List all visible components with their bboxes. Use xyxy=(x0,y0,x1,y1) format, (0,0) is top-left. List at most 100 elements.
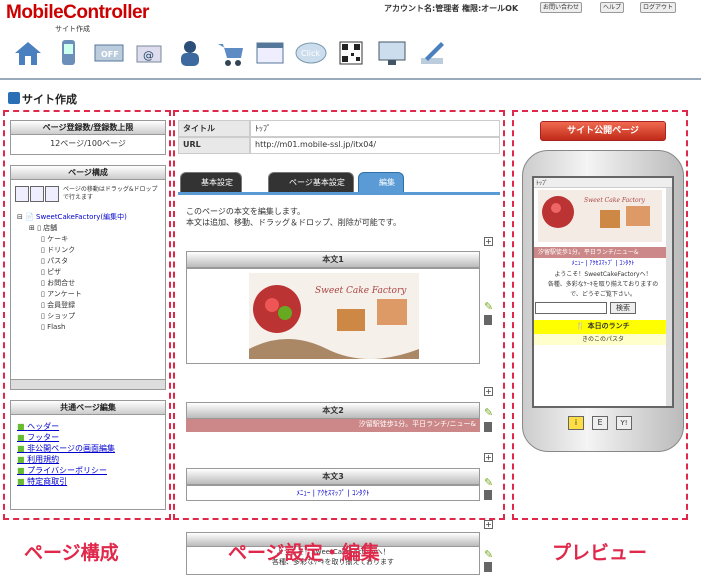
tree-item[interactable]: ▯ お問合せ xyxy=(17,278,165,289)
common-link-footer[interactable]: ■ フッター xyxy=(17,432,159,443)
svg-text:Sweet Cake Factory: Sweet Cake Factory xyxy=(584,197,646,204)
block3-header[interactable]: 本文3 xyxy=(186,468,480,485)
cart-icon[interactable] xyxy=(212,36,247,70)
common-link-header[interactable]: ■ ヘッダー xyxy=(17,421,159,432)
edit-pencil-icon[interactable]: ✎ xyxy=(484,300,493,313)
horizontal-scrollbar[interactable] xyxy=(11,379,165,389)
page-count-value: 12ページ/100ページ xyxy=(50,139,126,148)
tree-item[interactable]: ▯ パスタ xyxy=(17,256,165,267)
edit-pencil-icon[interactable]: ✎ xyxy=(484,406,493,419)
page-count-panel: ページ登録数/登録数上限 12ページ/100ページ xyxy=(10,120,166,155)
add-page-button[interactable] xyxy=(15,186,29,202)
tree-item[interactable]: ▯ アンケート xyxy=(17,289,165,300)
logout-button[interactable]: ログアウト xyxy=(640,2,677,13)
edit-pencil-icon[interactable]: ✎ xyxy=(484,548,493,561)
preview-search-button[interactable]: 検索 xyxy=(610,302,636,314)
edit-intro: このページの本文を編集します。 本文は追加、移動、ドラッグ＆ドロップ、削除が可能… xyxy=(186,207,401,227)
add-block-button[interactable]: + xyxy=(484,387,493,396)
logo: MobileController xyxy=(6,2,149,23)
preview-nav[interactable]: ﾒﾆｭｰ | ｱｸｾｽﾏｯﾌﾟ | ｺﾝﾀｸﾄ xyxy=(534,258,672,270)
block2-ticker: 汐留駅徒歩1分。平日ランチ/ニュー& xyxy=(186,419,480,432)
tab-edit[interactable]: 編集 xyxy=(358,172,404,192)
mobile-icon[interactable] xyxy=(50,36,85,70)
contact-button[interactable]: お問い合わせ xyxy=(540,2,583,13)
add-block-button[interactable]: + xyxy=(484,237,493,246)
svg-text:Click: Click xyxy=(301,49,320,58)
tab-page-settings[interactable]: ページ基本設定 xyxy=(268,172,354,192)
preview-lunch-heading: 🍴 本日のランチ xyxy=(534,320,672,334)
ezweb-button[interactable]: E xyxy=(592,416,608,430)
title-label: タイトル xyxy=(178,120,250,137)
mail-icon[interactable]: @ xyxy=(131,36,166,70)
cake-banner-image: Sweet Cake Factory xyxy=(249,273,419,359)
common-link-terms[interactable]: ■ 利用規約 xyxy=(17,454,159,465)
off-icon[interactable]: OFF xyxy=(91,36,126,70)
common-pages-heading: 共通ページ編集 xyxy=(11,401,165,415)
yahoo-button[interactable]: Y! xyxy=(616,416,632,430)
tree-item[interactable]: ▯ ショップ xyxy=(17,311,165,322)
svg-text:@: @ xyxy=(143,49,154,62)
home-icon[interactable] xyxy=(10,36,45,70)
page-structure-panel: ページ構成 ページの移動はドラッグ&ドロップで行えます ⊟ 📄 SweetCak… xyxy=(10,165,166,390)
trash-icon[interactable] xyxy=(484,315,492,325)
publish-site-button[interactable]: サイト公開ページ xyxy=(540,121,666,141)
tab-basic-settings[interactable]: 基本設定 xyxy=(180,172,242,192)
docomo-button[interactable]: i xyxy=(568,416,584,430)
phone-scrollbar[interactable] xyxy=(666,188,672,406)
trash-icon[interactable] xyxy=(484,562,492,572)
structure-note: ページの移動はドラッグ&ドロップで行えます xyxy=(63,186,158,201)
account-info: アカウント名:管理者 権限:オールOK xyxy=(384,4,519,13)
delete-page-button[interactable] xyxy=(45,186,59,202)
copy-page-button[interactable] xyxy=(30,186,44,202)
preview-ticker: 汐留駅徒歩1分。平日ランチ/ニュー& xyxy=(534,247,666,258)
phone-carrier-buttons: i E Y! xyxy=(568,416,632,430)
users-icon[interactable] xyxy=(172,36,207,70)
help-button[interactable]: ヘルプ xyxy=(600,2,625,13)
block1-header[interactable]: 本文1 xyxy=(186,251,480,268)
common-link-privacy[interactable]: ■ プライバシーポリシー xyxy=(17,465,159,476)
pen-icon[interactable] xyxy=(415,36,450,70)
tree-item[interactable]: ▯ 会員登録 xyxy=(17,300,165,311)
preview-lunch-item: きのこのパスタ xyxy=(534,334,672,345)
tree-item[interactable]: ▯ ドリンク xyxy=(17,245,165,256)
page-title-icon xyxy=(8,92,20,104)
block2-header[interactable]: 本文2 xyxy=(186,402,480,419)
preview-search-input[interactable] xyxy=(535,302,607,314)
preview-line2: 各種、多彩なｹｰｷを取り揃えておりますの xyxy=(547,281,659,288)
url-value: http://m01.mobile-ssl.jp/itx04/ xyxy=(250,137,500,154)
edit-pencil-icon[interactable]: ✎ xyxy=(484,476,493,489)
trash-icon[interactable] xyxy=(484,422,492,432)
tab-underline xyxy=(178,192,500,195)
phone-status: ﾄｯﾌﾟ xyxy=(534,178,672,188)
tree-item[interactable]: ▯ Flash xyxy=(17,322,165,333)
tree-item[interactable]: ▯ ケーキ xyxy=(17,234,165,245)
common-link-commerce[interactable]: ■ 特定商取引 xyxy=(17,476,159,487)
window-icon[interactable] xyxy=(253,36,288,70)
click-icon[interactable]: Click xyxy=(293,36,328,70)
main-toolbar: OFF @ Click xyxy=(10,36,450,70)
caption-preview: プレビュー xyxy=(552,542,648,564)
url-label: URL xyxy=(178,137,250,154)
monitor-icon[interactable] xyxy=(374,36,409,70)
tree-item[interactable]: ▯ ピザ xyxy=(17,267,165,278)
logo-subtitle: サイト作成 xyxy=(55,25,90,33)
qr-code-icon[interactable] xyxy=(334,36,369,70)
common-link-private[interactable]: ■ 非公開ページの画面編集 xyxy=(17,443,159,454)
trash-icon[interactable] xyxy=(484,490,492,500)
add-block-button[interactable]: + xyxy=(484,520,493,529)
block3-nav-links[interactable]: ﾒﾆｭｰ | ｱｸｾｽﾏｯﾌﾟ | ｺﾝﾀｸﾄ xyxy=(186,485,480,501)
title-field[interactable]: ﾄｯﾌﾟ xyxy=(250,120,500,137)
caption-page-structure: ページ構成 xyxy=(24,542,119,564)
add-block-button[interactable]: + xyxy=(484,453,493,462)
preview-banner-image: Sweet Cake Factory xyxy=(538,190,662,242)
block1-content: Sweet Cake Factory xyxy=(186,268,480,364)
tree-item[interactable]: ⊞ ▯ 店舗 xyxy=(17,223,165,234)
structure-heading: ページ構成 xyxy=(11,166,165,180)
page-tree: ⊟ 📄 SweetCakeFactory(編集中) ⊞ ▯ 店舗 ▯ ケーキ ▯… xyxy=(17,212,165,376)
preview-welcome: ようこそ！SweetCakeFactoryへ！ xyxy=(554,271,652,278)
caption-page-settings: ページ設定・編集 xyxy=(228,542,380,564)
svg-text:Sweet Cake Factory: Sweet Cake Factory xyxy=(315,286,407,296)
tree-root[interactable]: ⊟ 📄 SweetCakeFactory(編集中) xyxy=(17,212,165,223)
page-count-heading: ページ登録数/登録数上限 xyxy=(11,121,165,135)
page-title: サイト作成 xyxy=(22,93,77,106)
